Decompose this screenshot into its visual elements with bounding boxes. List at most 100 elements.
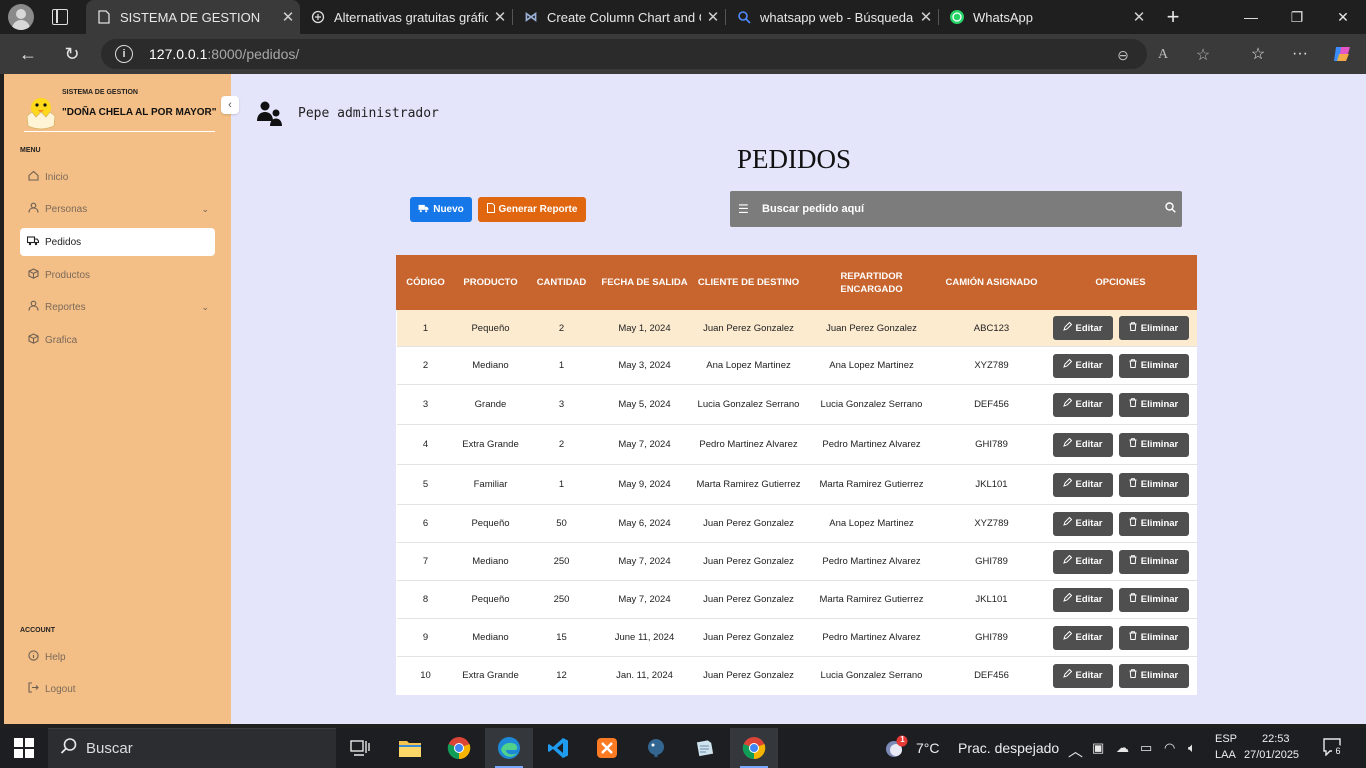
chevron-up-icon[interactable]: ︿: [1068, 740, 1083, 761]
tab-actions-icon[interactable]: [52, 9, 68, 25]
language-top[interactable]: ESP: [1215, 733, 1237, 745]
chevron-left-icon: ‹: [228, 99, 232, 111]
windows-start-icon[interactable]: [14, 738, 34, 758]
tab-whatsapp[interactable]: WhatsApp ✕: [939, 0, 1151, 34]
sidebar-item-productos[interactable]: Productos: [20, 261, 215, 289]
postgresql-icon[interactable]: [632, 728, 680, 768]
delete-button[interactable]: Eliminar: [1118, 432, 1189, 457]
edit-button[interactable]: Editar: [1052, 472, 1113, 497]
tab-column-chart[interactable]: ⋈ Create Column Chart and Gr ✕: [513, 0, 725, 34]
search-icon[interactable]: [1165, 202, 1176, 216]
chrome-icon[interactable]: [730, 728, 778, 768]
cell-fecha: May 7, 2024: [596, 580, 693, 619]
edge-icon[interactable]: [485, 728, 533, 768]
column-header: REPARTIDOR ENCARGADO: [804, 255, 939, 310]
minimize-button[interactable]: —: [1228, 0, 1274, 34]
close-icon[interactable]: ✕: [701, 8, 725, 26]
zoom-icon[interactable]: ⊖: [1113, 45, 1133, 65]
site-info-icon[interactable]: i: [115, 45, 133, 63]
delete-button[interactable]: Eliminar: [1118, 316, 1189, 340]
close-icon[interactable]: ✕: [276, 8, 300, 26]
favorites-icon[interactable]: ☆: [1242, 38, 1274, 70]
edit-button[interactable]: Editar: [1052, 353, 1113, 378]
tab-sistema-gestion[interactable]: SISTEMA DE GESTION ✕: [86, 0, 300, 34]
menu-icon[interactable]: ☰: [738, 202, 749, 216]
new-tab-button[interactable]: +: [1160, 4, 1186, 30]
trash-icon: [1129, 593, 1137, 606]
sidebar-item-inicio[interactable]: Inicio: [20, 163, 215, 191]
reload-button[interactable]: ↻: [56, 38, 88, 70]
close-icon[interactable]: ✕: [914, 8, 938, 26]
button-label: Eliminar: [1140, 670, 1179, 682]
delete-button[interactable]: Eliminar: [1118, 392, 1189, 417]
video-icon[interactable]: ▣: [1092, 740, 1104, 756]
vscode-icon[interactable]: [534, 728, 582, 768]
xampp-icon[interactable]: [583, 728, 631, 768]
read-aloud-icon[interactable]: A: [1153, 45, 1173, 65]
delete-button[interactable]: Eliminar: [1118, 472, 1189, 497]
clock-time[interactable]: 22:53: [1262, 733, 1290, 745]
more-menu-icon[interactable]: ···: [1284, 38, 1316, 70]
edit-button[interactable]: Editar: [1052, 587, 1113, 612]
sidebar-item-reportes[interactable]: Reportes ⌄: [20, 293, 215, 321]
edit-button[interactable]: Editar: [1052, 316, 1113, 340]
close-icon[interactable]: ✕: [1127, 8, 1151, 26]
volume-icon[interactable]: 🔈︎: [1188, 740, 1196, 756]
cell-opciones: Editar Eliminar: [1044, 580, 1197, 619]
language-bottom[interactable]: LAA: [1215, 749, 1236, 761]
delete-button[interactable]: Eliminar: [1118, 625, 1189, 650]
generate-report-button[interactable]: Generar Reporte: [478, 197, 586, 222]
edit-button[interactable]: Editar: [1052, 549, 1113, 574]
favorite-star-icon[interactable]: ☆: [1193, 45, 1213, 65]
delete-button[interactable]: Eliminar: [1118, 511, 1189, 536]
notification-icon[interactable]: 6: [1322, 738, 1344, 758]
sidebar-item-grafica[interactable]: Grafica: [20, 326, 215, 354]
sidebar-item-personas[interactable]: Personas ⌄: [20, 195, 215, 223]
restore-button[interactable]: ❐: [1274, 0, 1320, 34]
new-order-button[interactable]: Nuevo: [410, 197, 472, 222]
pencil-icon: [1062, 554, 1072, 568]
close-icon[interactable]: ✕: [488, 8, 512, 26]
edit-button[interactable]: Editar: [1052, 392, 1113, 417]
trash-icon: [1129, 517, 1137, 530]
pencil-icon: [1062, 516, 1072, 530]
network-icon[interactable]: ▭: [1140, 740, 1152, 756]
weather-icon[interactable]: 1: [882, 734, 910, 762]
wifi-icon[interactable]: ◠: [1164, 740, 1175, 756]
table-row: 7 Mediano 250 May 7, 2024 Juan Perez Gonzale…: [396, 542, 1197, 581]
chrome-icon[interactable]: [435, 728, 483, 768]
tab-label: Alternativas gratuitas gráfica: [334, 9, 488, 25]
close-window-button[interactable]: ✕: [1320, 0, 1366, 34]
profile-avatar[interactable]: [8, 4, 34, 30]
delete-button[interactable]: Eliminar: [1118, 587, 1189, 612]
clock-date[interactable]: 27/01/2025: [1244, 749, 1299, 761]
delete-button[interactable]: Eliminar: [1118, 663, 1189, 688]
sidebar-item-pedidos[interactable]: Pedidos: [20, 228, 215, 256]
taskbar-search[interactable]: Buscar: [48, 728, 336, 768]
edit-button[interactable]: Editar: [1052, 511, 1113, 536]
notes-app-icon[interactable]: [681, 728, 729, 768]
cell-cantidad: 3: [526, 384, 597, 425]
collapse-sidebar-button[interactable]: ‹: [221, 96, 239, 114]
divider: [24, 131, 215, 132]
tab-alternativas[interactable]: Alternativas gratuitas gráfica ✕: [300, 0, 512, 34]
back-button[interactable]: ←: [12, 38, 44, 70]
edit-button[interactable]: Editar: [1052, 625, 1113, 650]
tab-whatsapp-busqueda[interactable]: whatsapp web - Búsqueda ✕: [726, 0, 938, 34]
cloud-icon[interactable]: ☁: [1116, 740, 1129, 756]
address-bar[interactable]: i 127.0.0.1:8000/pedidos/ ⊖ A ☆: [101, 39, 1210, 69]
delete-button[interactable]: Eliminar: [1118, 549, 1189, 574]
copilot-icon[interactable]: [1326, 38, 1358, 70]
brand-title: "DOÑA CHELA AL POR MAYOR": [62, 107, 217, 118]
search-input[interactable]: [756, 197, 1146, 221]
edit-button[interactable]: Editar: [1052, 432, 1113, 457]
cell-repartidor: Juan Perez Gonzalez: [804, 309, 939, 347]
sidebar-item-logout[interactable]: Logout: [20, 675, 215, 703]
delete-button[interactable]: Eliminar: [1118, 353, 1189, 378]
cell-camion: ABC123: [938, 309, 1045, 347]
edit-button[interactable]: Editar: [1052, 663, 1113, 688]
menu-section-label: MENU: [20, 147, 41, 154]
file-explorer-icon[interactable]: [386, 728, 434, 768]
sidebar-item-help[interactable]: Help: [20, 643, 215, 671]
task-view-icon[interactable]: [336, 728, 384, 768]
